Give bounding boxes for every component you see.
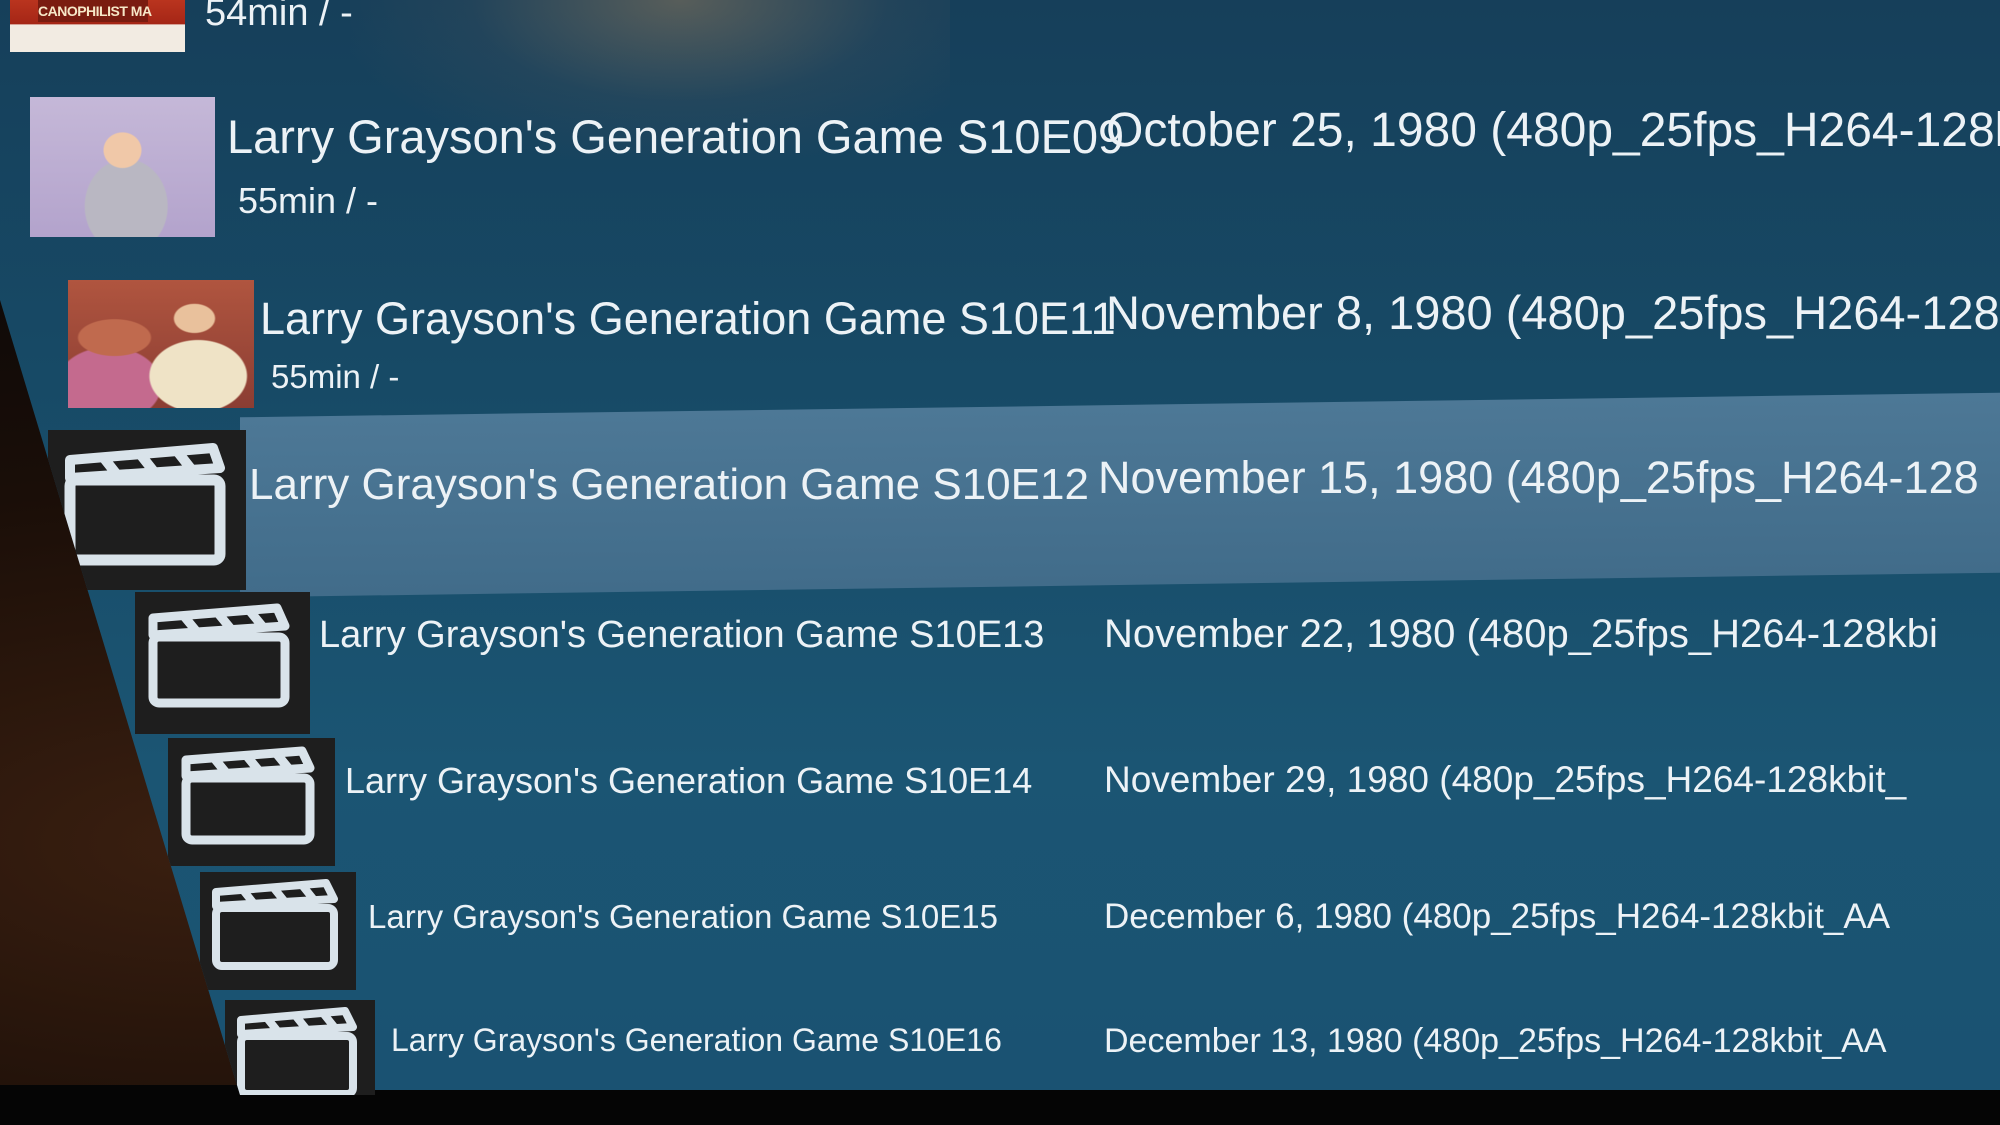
- episode-thumbnail: [225, 1000, 375, 1095]
- episode-row[interactable]: Larry Grayson's Generation Game S10E14 N…: [0, 738, 2000, 866]
- episode-row[interactable]: CANOPHILIST MA 54min / -: [0, 0, 2000, 55]
- episode-meta: 55min / -: [238, 180, 379, 221]
- episode-row[interactable]: Larry Grayson's Generation Game S10E13 N…: [0, 592, 2000, 734]
- episode-air-date: December 6, 1980 (480p_25fps_H264-128kbi…: [1104, 897, 1891, 936]
- episode-thumbnail: [30, 97, 215, 237]
- episode-thumbnail: CANOPHILIST MA: [10, 0, 185, 52]
- episode-row[interactable]: Larry Grayson's Generation Game S10E16 D…: [0, 1000, 2000, 1095]
- clapperboard-icon: [237, 1007, 357, 1095]
- episode-title: Larry Grayson's Generation Game S10E11: [260, 293, 1116, 344]
- episode-thumbnail: [168, 738, 335, 866]
- episode-row[interactable]: Larry Grayson's Generation Game S10E09 O…: [0, 95, 2000, 245]
- episode-row[interactable]: Larry Grayson's Generation Game S10E15 D…: [0, 872, 2000, 990]
- clapperboard-icon: [181, 746, 315, 845]
- episode-list-screen: CANOPHILIST MA 54min / - Larry Grayson's…: [0, 0, 2000, 1095]
- episode-row-selected[interactable]: Larry Grayson's Generation Game S10E12 N…: [0, 430, 2000, 590]
- episode-title: Larry Grayson's Generation Game S10E15: [368, 898, 998, 935]
- episode-title: Larry Grayson's Generation Game S10E13: [319, 614, 1045, 656]
- episode-title: Larry Grayson's Generation Game S10E14: [345, 760, 1033, 801]
- episode-list: CANOPHILIST MA 54min / - Larry Grayson's…: [0, 0, 2000, 1095]
- episode-meta: 55min / -: [271, 358, 400, 395]
- episode-air-date: November 8, 1980 (480p_25fps_H264-128k: [1106, 286, 2000, 339]
- episode-thumbnail: [68, 280, 254, 408]
- episode-meta: 54min / -: [205, 0, 353, 34]
- episode-thumbnail: [200, 872, 356, 990]
- episode-title: Larry Grayson's Generation Game S10E16: [391, 1022, 1002, 1058]
- clapperboard-icon: [212, 879, 338, 970]
- episode-thumbnail: [135, 592, 310, 734]
- episode-air-date: November 22, 1980 (480p_25fps_H264-128kb…: [1104, 612, 1938, 656]
- episode-title: Larry Grayson's Generation Game S10E12: [249, 460, 1089, 509]
- episode-air-date: October 25, 1980 (480p_25fps_H264-128k: [1106, 104, 2000, 157]
- episode-air-date: November 29, 1980 (480p_25fps_H264-128kb…: [1104, 759, 1907, 800]
- episode-title: Larry Grayson's Generation Game S10E09: [227, 110, 1125, 163]
- episode-air-date: December 13, 1980 (480p_25fps_H264-128kb…: [1104, 1022, 1887, 1060]
- episode-air-date: November 15, 1980 (480p_25fps_H264-128: [1098, 452, 1979, 503]
- thumbnail-caption: CANOPHILIST MA: [38, 0, 152, 22]
- episode-row[interactable]: Larry Grayson's Generation Game S10E11 N…: [0, 278, 2000, 418]
- clapperboard-icon: [148, 603, 290, 708]
